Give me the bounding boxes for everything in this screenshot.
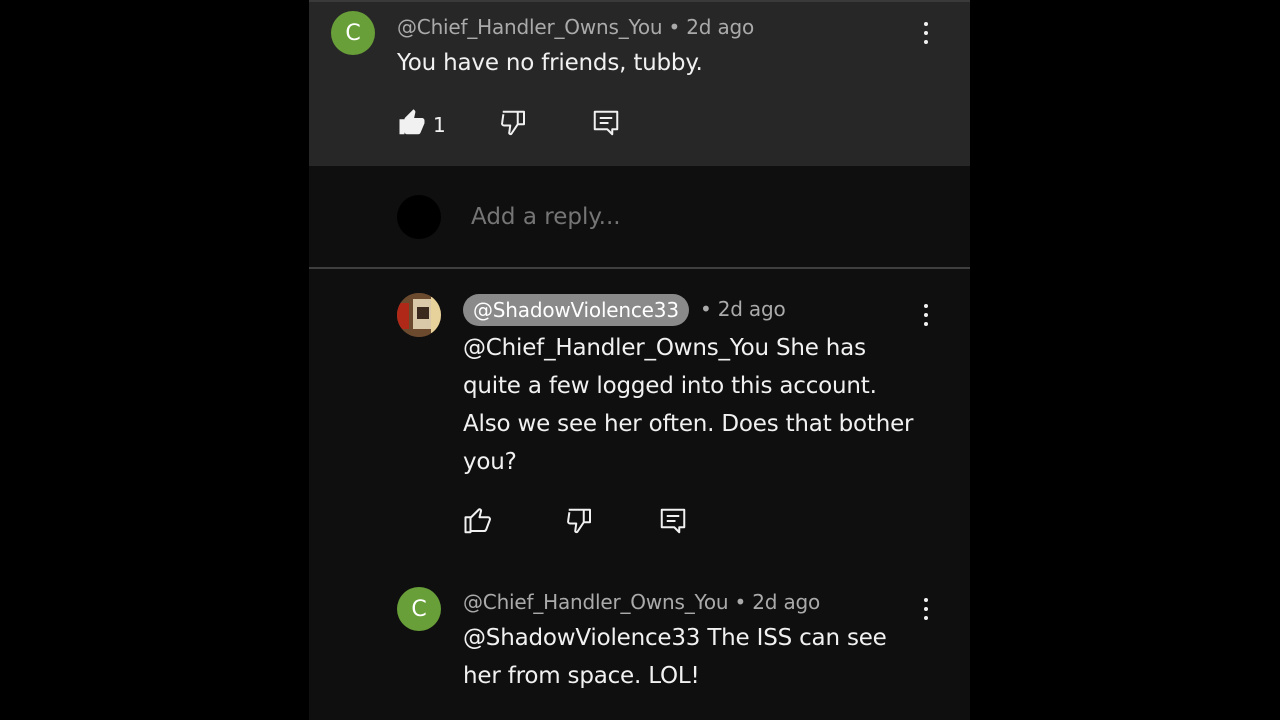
comments-panel: C @Chief_Handler_Owns_You • 2d ago You h… (309, 0, 970, 720)
more-vert-icon[interactable] (914, 594, 938, 624)
avatar[interactable]: C (331, 11, 375, 55)
avatar[interactable]: C (397, 587, 441, 631)
reply-icon[interactable] (591, 108, 621, 138)
avatar (397, 195, 441, 239)
comment-line: @Chief_Handler_Owns_You She has (463, 335, 866, 361)
profile-photo (397, 293, 441, 337)
thumb-up-icon[interactable] (463, 506, 493, 536)
add-reply-input[interactable] (471, 204, 871, 230)
comment-meta: @Chief_Handler_Owns_You • 2d ago (463, 590, 820, 614)
author-name[interactable]: @Chief_Handler_Owns_You (397, 15, 663, 39)
author-name[interactable]: @Chief_Handler_Owns_You (463, 590, 729, 614)
thumb-down-icon[interactable] (565, 506, 595, 536)
comment-text: @Chief_Handler_Owns_You She has quite a … (463, 329, 914, 481)
comment-text: You have no friends, tubby. (397, 50, 703, 76)
add-reply-row (309, 166, 970, 269)
more-vert-icon[interactable] (914, 300, 938, 330)
comment-line: Also we see her often. Does that bother (463, 411, 914, 437)
timestamp: • 2d ago (662, 15, 755, 39)
comment-meta: @Chief_Handler_Owns_You • 2d ago (397, 15, 754, 39)
comment-line: quite a few logged into this account. (463, 373, 877, 399)
comment-line: you? (463, 449, 517, 475)
thumb-up-icon[interactable] (397, 108, 427, 138)
more-vert-icon[interactable] (914, 18, 938, 48)
comment-text: @ShadowViolence33 The ISS can see her fr… (463, 619, 887, 695)
reply-icon[interactable] (658, 506, 688, 536)
author-name-chip[interactable]: @ShadowViolence33 (463, 294, 689, 326)
thumb-down-icon[interactable] (499, 108, 529, 138)
avatar[interactable] (397, 293, 441, 337)
highlighted-comment: C @Chief_Handler_Owns_You • 2d ago You h… (309, 0, 970, 166)
like-count: 1 (433, 113, 446, 137)
comment-line: @ShadowViolence33 The ISS can see (463, 625, 887, 651)
timestamp: • 2d ago (728, 590, 821, 614)
timestamp: • 2d ago (700, 297, 786, 321)
comment-line: her from space. LOL! (463, 663, 700, 689)
